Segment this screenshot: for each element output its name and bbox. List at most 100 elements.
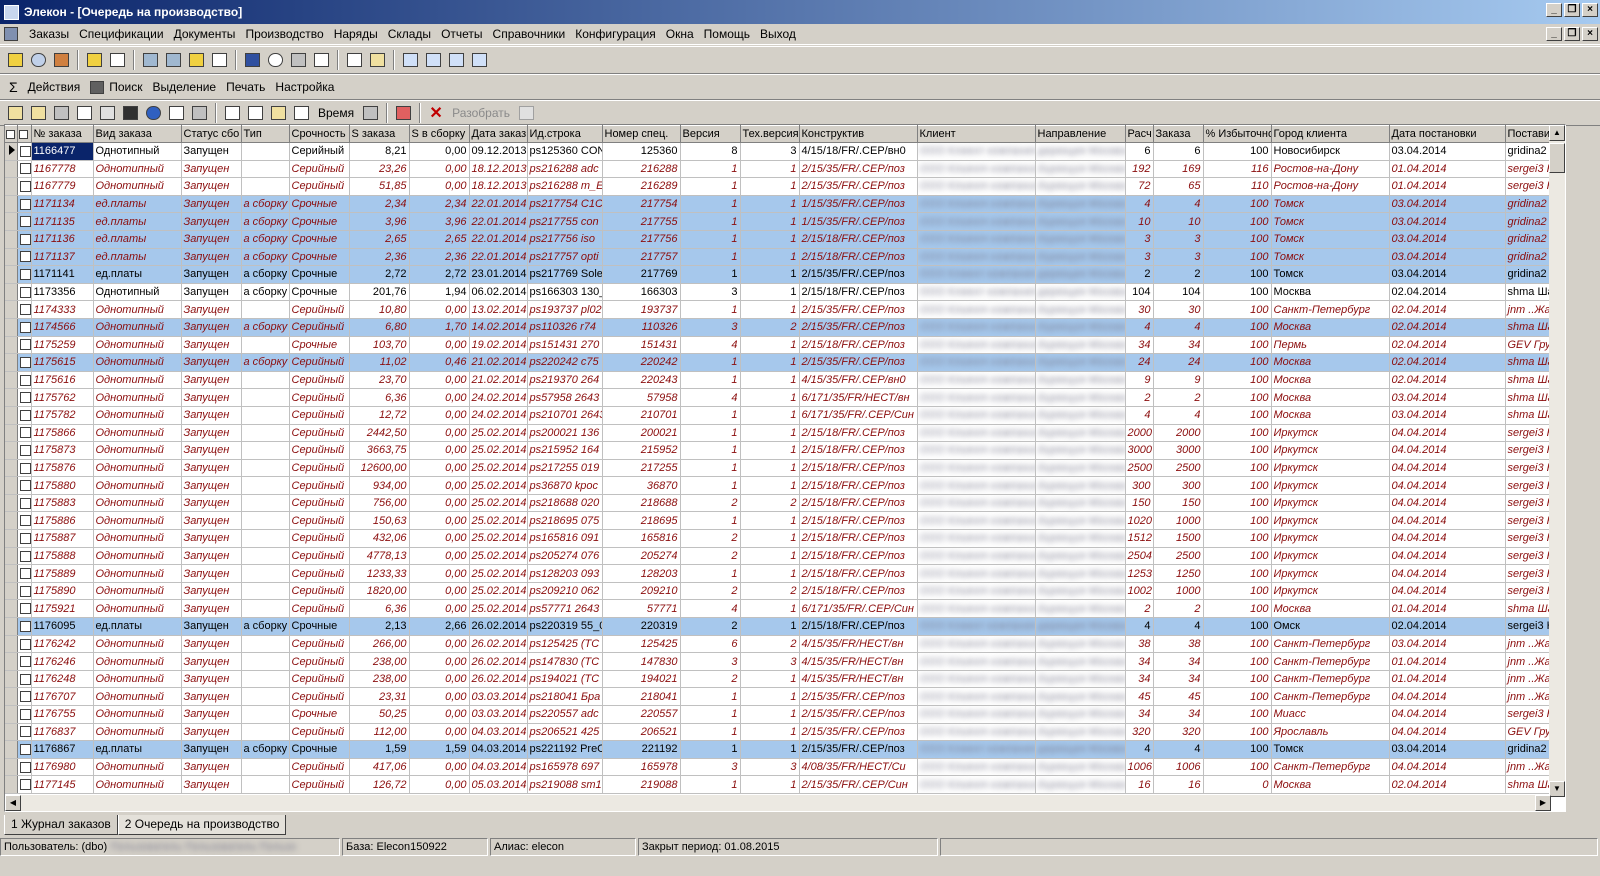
cell-client[interactable]: ООО Клиент компания — [917, 195, 1036, 214]
cell-placement-date[interactable]: 03.04.2014 — [1389, 635, 1506, 654]
cell-order-type[interactable]: Однотипный — [93, 582, 182, 601]
cell-order-type[interactable]: Однотипный — [93, 424, 182, 443]
table-row[interactable]: 1167779 Однотипный Запущен Серийный 51,85 0,0… — [5, 177, 1552, 196]
notes-icon[interactable] — [343, 49, 365, 71]
paperclip-icon[interactable] — [515, 102, 537, 124]
cell-order-date[interactable]: 24.02.2014 — [469, 406, 528, 425]
cell-client-city[interactable]: Томск — [1271, 195, 1390, 214]
print-button[interactable]: Печать — [221, 76, 270, 98]
cell-type[interactable] — [241, 406, 290, 425]
table-row[interactable]: 1176980 Однотипный Запущен Серийный 417,06 0,… — [5, 758, 1552, 777]
cell-client[interactable]: ООО Клиент компания — [917, 723, 1036, 742]
cell-version[interactable]: 2 — [680, 582, 741, 601]
cell-design[interactable]: 2/15/18/FR/.CEP/поз — [799, 459, 918, 478]
copy-row-icon[interactable] — [27, 102, 49, 124]
cell-client-city[interactable]: Ярославль — [1271, 723, 1390, 742]
cell-order-no[interactable]: 1176867 — [31, 740, 94, 759]
cell-supplier[interactable]: sergei3 H — [1505, 459, 1552, 478]
cell-order-type[interactable]: Однотипный — [93, 758, 182, 777]
cell-assembly-sum[interactable]: 0,00 — [409, 441, 470, 460]
cell-order-no[interactable]: 1176246 — [31, 652, 94, 671]
cell-direction[interactable]: дирекция Москва — [1035, 652, 1126, 671]
cell-spec-no[interactable]: 221192 — [602, 740, 681, 759]
restore-button[interactable]: ❐ — [1564, 3, 1580, 17]
cell-supplier[interactable]: sergei3 H — [1505, 160, 1552, 179]
cell-placement-date[interactable]: 03.04.2014 — [1389, 406, 1506, 425]
row-checkbox[interactable] — [17, 406, 32, 425]
cell-excess-percent[interactable]: 100 — [1203, 740, 1272, 759]
cell-calc[interactable]: 1002 — [1125, 582, 1154, 601]
cell-design[interactable]: 2/15/18/FR/.CEP/поз — [799, 564, 918, 583]
cell-tech-version[interactable]: 1 — [740, 511, 800, 531]
cell-supplier[interactable]: sergei3 H — [1505, 529, 1552, 548]
cell-client[interactable]: ООО Клиент компания — [917, 424, 1036, 443]
cell-client-city[interactable]: Иркутск — [1271, 511, 1390, 531]
cell-client-city[interactable]: Москва — [1271, 599, 1390, 619]
cell-assembly-status[interactable]: Запущен — [181, 336, 242, 355]
cell-order-type[interactable]: ед.платы — [93, 230, 182, 249]
cell-spec-no[interactable]: 57958 — [602, 388, 681, 407]
cell-direction[interactable]: дирекция Москва — [1035, 230, 1126, 249]
cell-direction[interactable]: дирекция Москва — [1035, 617, 1126, 636]
cell-order-type[interactable]: Однотипный — [93, 564, 182, 583]
cell-ordered[interactable]: 150 — [1153, 494, 1204, 513]
edit-icon[interactable] — [366, 49, 388, 71]
cell-order-date[interactable]: 09.12.2013 — [469, 142, 528, 161]
cell-order-date[interactable]: 18.12.2013 — [469, 177, 528, 196]
cell-direction[interactable]: дирекция Москва — [1035, 582, 1126, 601]
cell-ordered[interactable]: 320 — [1153, 723, 1204, 742]
cell-order-type[interactable]: Однотипный — [93, 318, 182, 337]
cell-type[interactable] — [241, 371, 290, 390]
cell-spec-no[interactable]: 125425 — [602, 635, 681, 654]
cell-client[interactable]: ООО Клиент компания — [917, 529, 1036, 548]
cell-order-date[interactable]: 13.02.2014 — [469, 300, 528, 319]
cell-excess-percent[interactable]: 100 — [1203, 406, 1272, 425]
cell-supplier[interactable]: gridina2 I — [1505, 212, 1552, 231]
cell-calc[interactable]: 34 — [1125, 652, 1154, 671]
cell-client[interactable]: ООО Клиент компания — [917, 177, 1036, 196]
cell-assembly-sum[interactable]: 0,00 — [409, 547, 470, 566]
cell-version[interactable]: 3 — [680, 652, 741, 671]
cell-client[interactable]: ООО Клиент компания — [917, 687, 1036, 706]
cell-placement-date[interactable]: 02.04.2014 — [1389, 353, 1506, 372]
cell-assembly-status[interactable]: Запущен — [181, 230, 242, 249]
row-checkbox[interactable] — [17, 195, 32, 214]
cell-urgency[interactable]: Серийный — [289, 177, 350, 196]
settings-button[interactable]: Настройка — [270, 76, 339, 98]
cell-assembly-status[interactable]: Запущен — [181, 459, 242, 478]
cell-order-no[interactable]: 1175873 — [31, 441, 94, 460]
cell-assembly-sum[interactable]: 2,65 — [409, 230, 470, 249]
cell-order-no[interactable]: 1176095 — [31, 617, 94, 636]
cell-excess-percent[interactable]: 100 — [1203, 195, 1272, 214]
row-indicator[interactable] — [5, 424, 18, 443]
cell-order-type[interactable]: Однотипный — [93, 388, 182, 407]
cell-version[interactable]: 2 — [680, 670, 741, 689]
cell-tech-version[interactable]: 1 — [740, 599, 800, 619]
cell-assembly-status[interactable]: Запущен — [181, 283, 242, 302]
cell-order-no[interactable]: 1171141 — [31, 265, 94, 284]
cell-calc[interactable]: 2000 — [1125, 424, 1154, 443]
cell-spec-no[interactable]: 220243 — [602, 371, 681, 390]
cell-urgency[interactable]: Срочные — [289, 248, 350, 267]
cell-tech-version[interactable]: 1 — [740, 740, 800, 759]
cell-type[interactable] — [241, 441, 290, 460]
table-row[interactable]: 1173356 Однотипный Запущен а сборку Срочные 2… — [5, 283, 1552, 302]
cell-placement-date[interactable]: 02.04.2014 — [1389, 300, 1506, 319]
cell-excess-percent[interactable]: 100 — [1203, 353, 1272, 372]
cell-client[interactable]: ООО Клиент компания — [917, 635, 1036, 654]
cell-version[interactable]: 1 — [680, 353, 741, 372]
cell-calc[interactable]: 30 — [1125, 300, 1154, 319]
cell-order-date[interactable]: 14.02.2014 — [469, 318, 528, 337]
cell-order-date[interactable]: 25.02.2014 — [469, 424, 528, 443]
cell-supplier[interactable]: gridina2 I — [1505, 142, 1552, 161]
cell-ordered[interactable]: 2 — [1153, 599, 1204, 619]
cell-order-sum[interactable]: 11,02 — [349, 353, 410, 372]
cell-version[interactable]: 6 — [680, 635, 741, 654]
cell-order-no[interactable]: 1175888 — [31, 547, 94, 566]
cell-ordered[interactable]: 1250 — [1153, 564, 1204, 583]
cell-ordered[interactable]: 104 — [1153, 283, 1204, 302]
cell-direction[interactable]: дирекция Москва — [1035, 406, 1126, 425]
cell-direction[interactable]: дирекция Москва — [1035, 142, 1126, 161]
cell-assembly-sum[interactable]: 0,00 — [409, 142, 470, 161]
cell-assembly-status[interactable]: Запущен — [181, 142, 242, 161]
